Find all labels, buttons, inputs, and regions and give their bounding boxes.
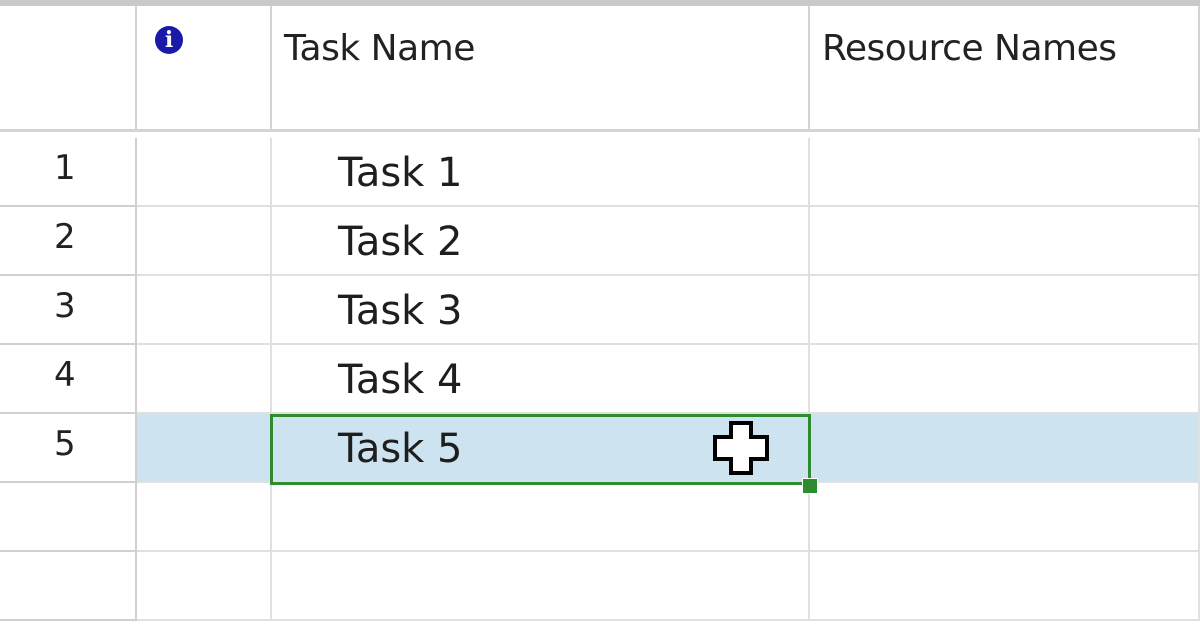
task-name-cell[interactable] <box>272 483 810 552</box>
table-row-empty <box>0 483 1200 552</box>
task-name-header-label: Task Name <box>284 28 475 69</box>
row-id-cell[interactable]: 4 <box>0 345 137 414</box>
table-row: 1 Task 1 <box>0 138 1200 207</box>
task-name-cell[interactable]: Task 1 <box>272 138 810 207</box>
row-id-cell[interactable] <box>0 483 137 552</box>
task-name-cell[interactable]: Task 3 <box>272 276 810 345</box>
table-row-empty <box>0 552 1200 621</box>
task-name-cell[interactable]: Task 4 <box>272 345 810 414</box>
task-name-column-header[interactable]: Task Name <box>272 6 810 132</box>
fill-handle[interactable] <box>802 478 818 494</box>
task-sheet: i Task Name Resource Names 1 Task 1 2 Ta… <box>0 0 1200 630</box>
table-row: 3 Task 3 <box>0 276 1200 345</box>
resource-names-cell[interactable] <box>810 207 1200 276</box>
cross-select-cursor-icon <box>713 421 769 475</box>
row-id-cell[interactable]: 2 <box>0 207 137 276</box>
table-row-selected: 5 Task 5 <box>0 414 1200 483</box>
resource-names-cell[interactable] <box>810 345 1200 414</box>
resource-names-cell[interactable] <box>810 138 1200 207</box>
row-id-cell[interactable]: 5 <box>0 414 137 483</box>
row-id-cell[interactable] <box>0 552 137 621</box>
resource-names-cell[interactable] <box>810 414 1200 483</box>
task-name-cell[interactable]: Task 2 <box>272 207 810 276</box>
task-name-cell[interactable] <box>272 552 810 621</box>
info-icon: i <box>155 26 183 54</box>
indicators-cell[interactable] <box>137 483 272 552</box>
table-row: 2 Task 2 <box>0 207 1200 276</box>
resource-names-cell[interactable] <box>810 276 1200 345</box>
resource-names-cell[interactable] <box>810 552 1200 621</box>
table-row: 4 Task 4 <box>0 345 1200 414</box>
indicators-cell[interactable] <box>137 552 272 621</box>
resource-names-cell[interactable] <box>810 483 1200 552</box>
indicators-cell[interactable] <box>137 276 272 345</box>
indicators-column-header[interactable]: i <box>137 6 272 132</box>
indicators-cell[interactable] <box>137 138 272 207</box>
indicators-cell[interactable] <box>137 414 272 483</box>
indicators-cell[interactable] <box>137 207 272 276</box>
indicators-cell[interactable] <box>137 345 272 414</box>
row-id-cell[interactable]: 3 <box>0 276 137 345</box>
resource-names-column-header[interactable]: Resource Names <box>810 6 1200 132</box>
resource-names-header-label: Resource Names <box>822 28 1117 69</box>
row-id-cell[interactable]: 1 <box>0 138 137 207</box>
select-all-corner[interactable] <box>0 6 137 132</box>
